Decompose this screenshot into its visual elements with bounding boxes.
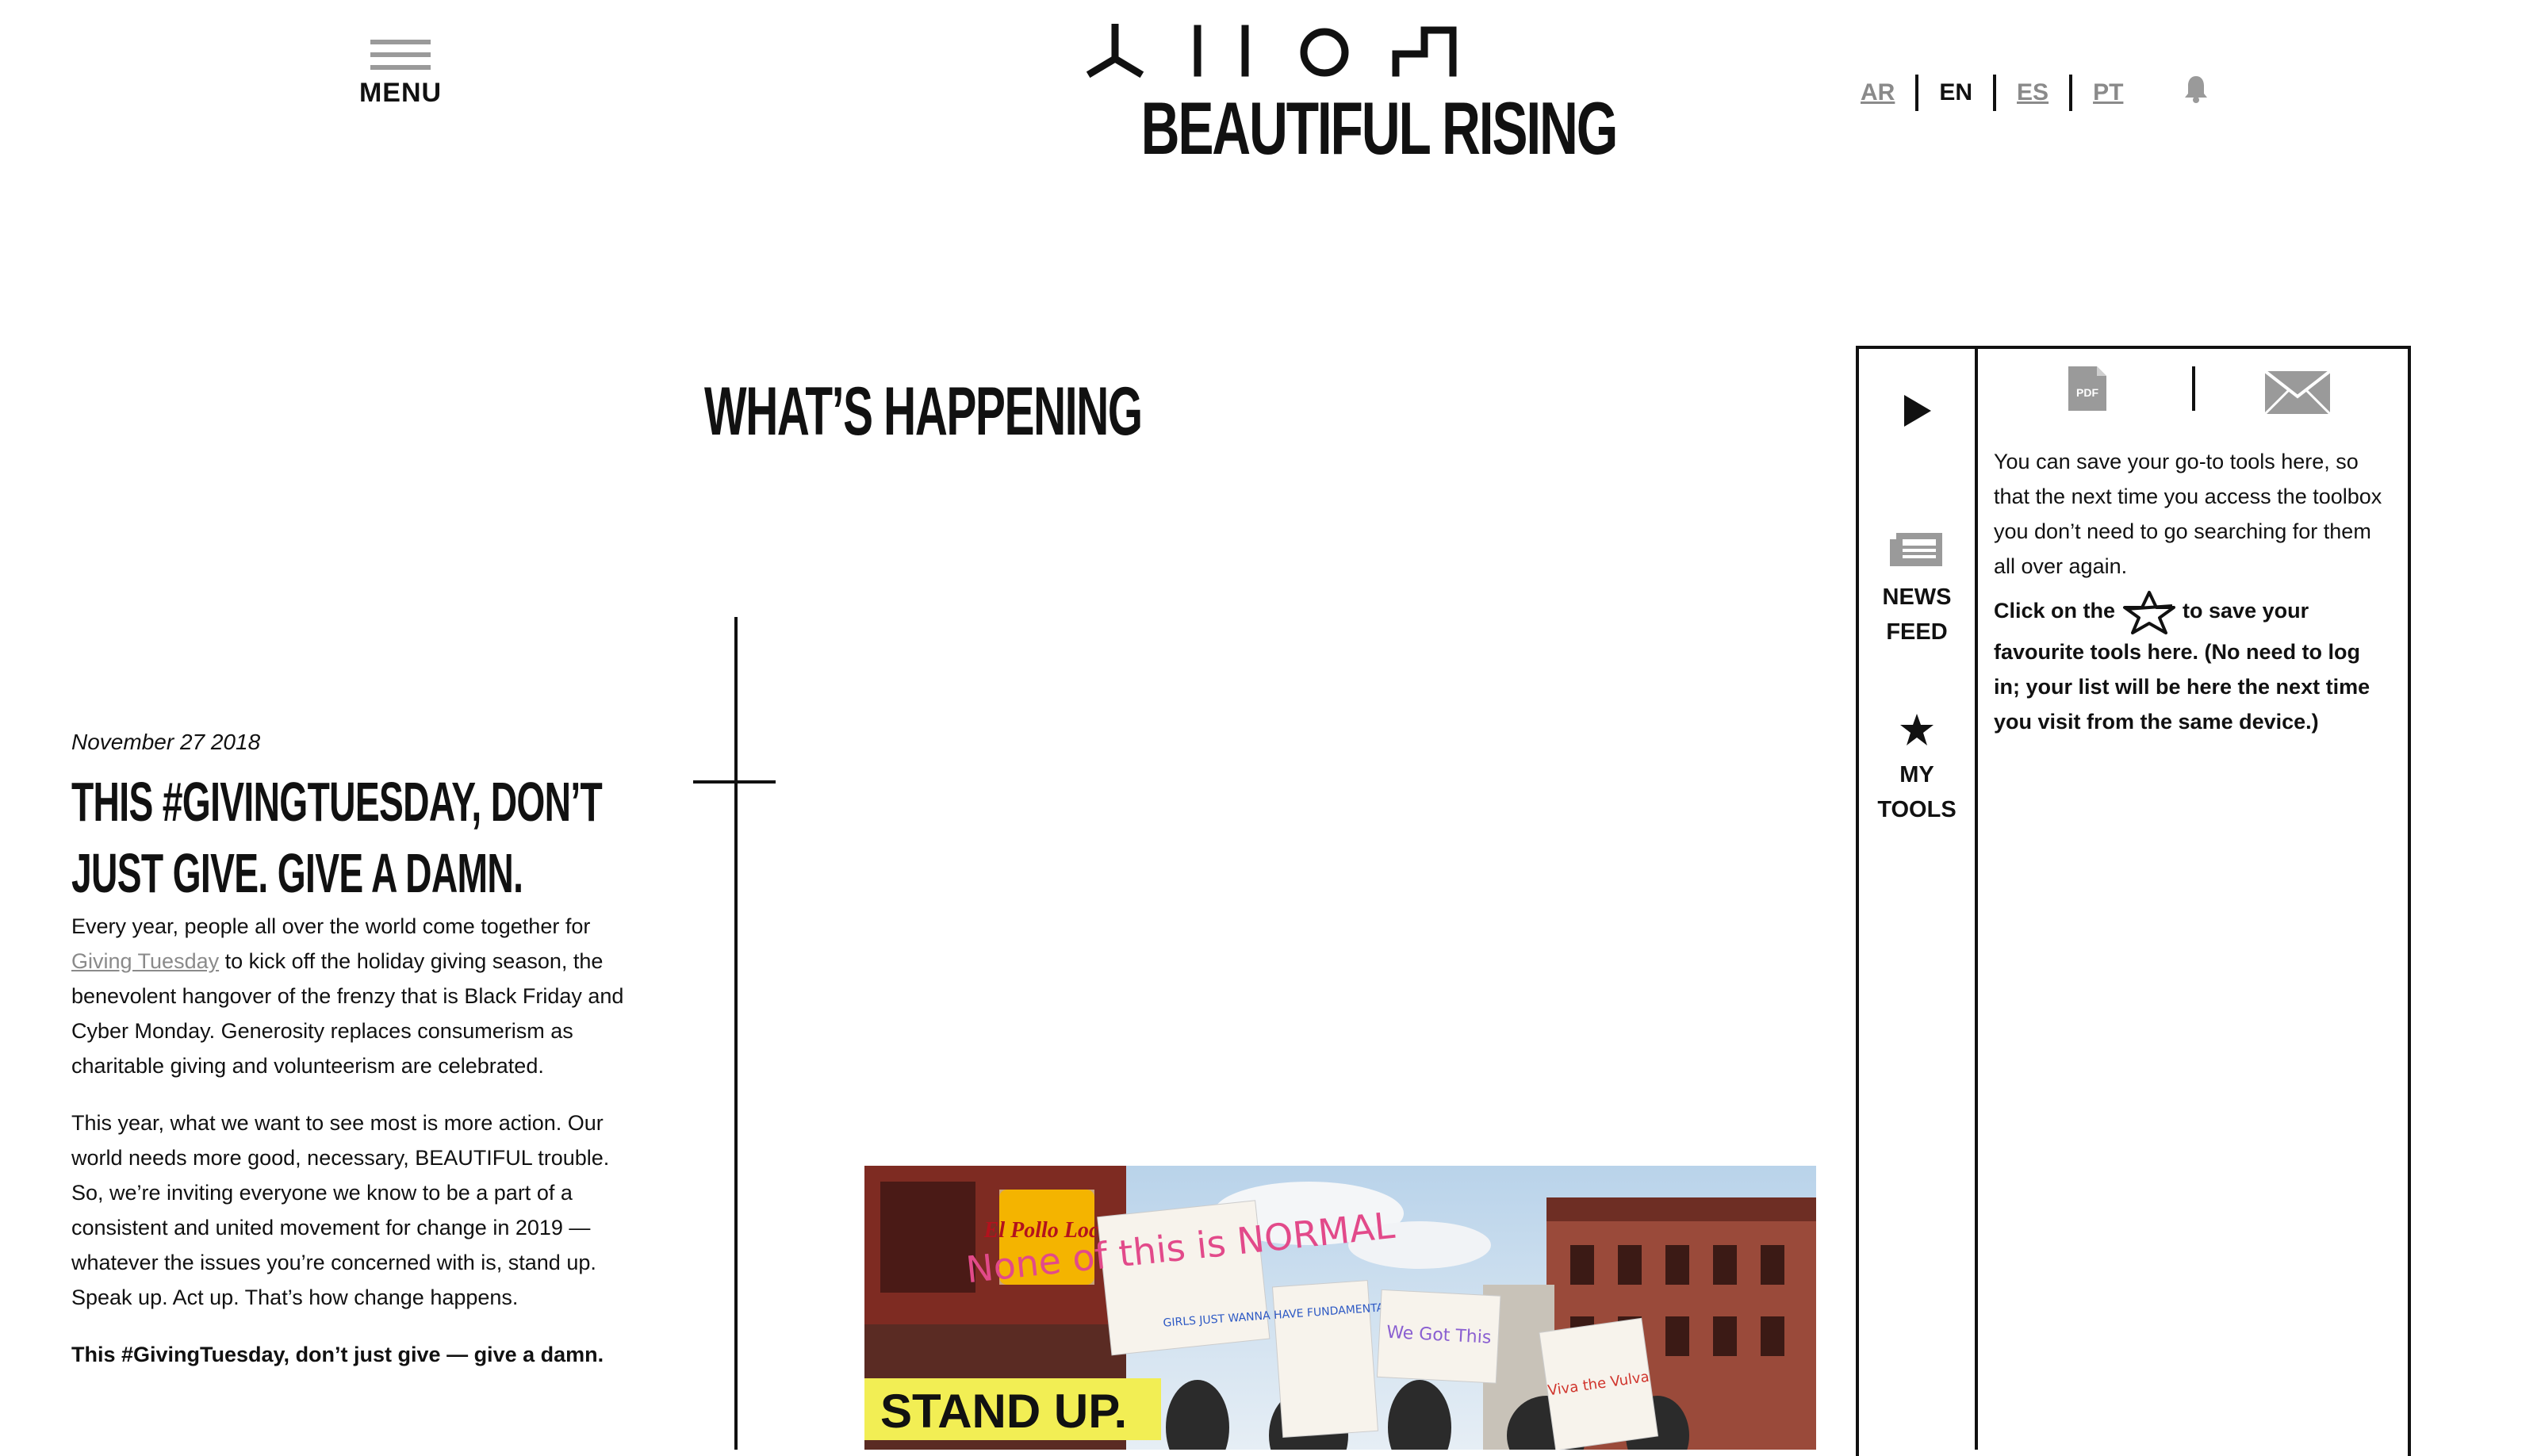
my-tools-help: You can save your go-to tools here, so t… [1994,444,2390,745]
play-button[interactable] [1859,393,1975,439]
article-paragraph: Every year, people all over the world co… [71,914,624,1078]
help-cta: Click on the to save your favourite tool… [1994,590,2390,739]
panel-toolbar: PDF [1978,362,2408,417]
news-feed-label-1: NEWS [1882,584,1952,610]
news-feed-label-2: FEED [1886,619,1948,645]
side-panel-divider [1975,346,1978,1450]
stand-up-overlay: STAND UP. [880,1385,1127,1438]
email-button[interactable] [2263,370,2332,420]
language-switcher: AR EN ES PT [1840,73,2144,113]
star-icon [1900,714,1934,745]
lang-ar-link[interactable]: AR [1840,79,1915,106]
timeline-marker [693,780,776,784]
hamburger-icon [349,40,452,70]
envelope-icon [2263,370,2332,416]
beautiful-rising-logo[interactable]: BEAUTIFUL RISING [1086,23,1618,170]
toolbar-divider [2192,366,2195,411]
logo-wordmark: BEAUTIFUL RISING [1140,86,1619,170]
page-title: WHAT’S HAPPENING [704,374,1143,450]
article-paragraph: This #GivingTuesday, don’t just give — g… [71,1343,604,1366]
my-tools-label-2: TOOLS [1877,797,1957,822]
play-icon [1904,395,1931,427]
lang-es-link[interactable]: ES [1996,79,2069,106]
menu-button[interactable]: MENU [349,40,452,119]
lang-pt-link[interactable]: PT [2072,79,2144,106]
my-tools-label-1: MY [1899,762,1934,787]
article-paragraph: This year, what we want to see most is m… [71,1111,610,1309]
pdf-icon: PDF [2068,366,2106,411]
lang-en-link[interactable]: EN [1918,79,1993,106]
svg-text:PDF: PDF [2076,386,2098,399]
bell-icon[interactable] [2184,75,2208,103]
newspaper-icon [1890,533,1942,566]
article-title[interactable]: THIS #GIVINGTUESDAY, DON’T JUST GIVE. GI… [71,766,642,909]
my-tools-tab[interactable]: MY TOOLS [1859,712,1975,827]
logo-symbols-icon [1086,23,1457,79]
article: November 27 2018 THIS #GIVINGTUESDAY, DO… [71,730,642,1394]
hero-image[interactable]: El Pollo Loco None of this is NORMAL GIR… [864,1166,1816,1450]
menu-label: MENU [358,78,443,108]
timeline-line [734,617,738,1450]
pdf-button[interactable]: PDF [2067,365,2108,416]
hand-drawn-star-icon [2122,591,2175,634]
giving-tuesday-link[interactable]: Giving Tuesday [71,949,219,973]
help-intro: You can save your go-to tools here, so t… [1994,450,2382,578]
article-date: November 27 2018 [71,730,261,754]
news-feed-tab[interactable]: NEWS FEED [1859,530,1975,649]
